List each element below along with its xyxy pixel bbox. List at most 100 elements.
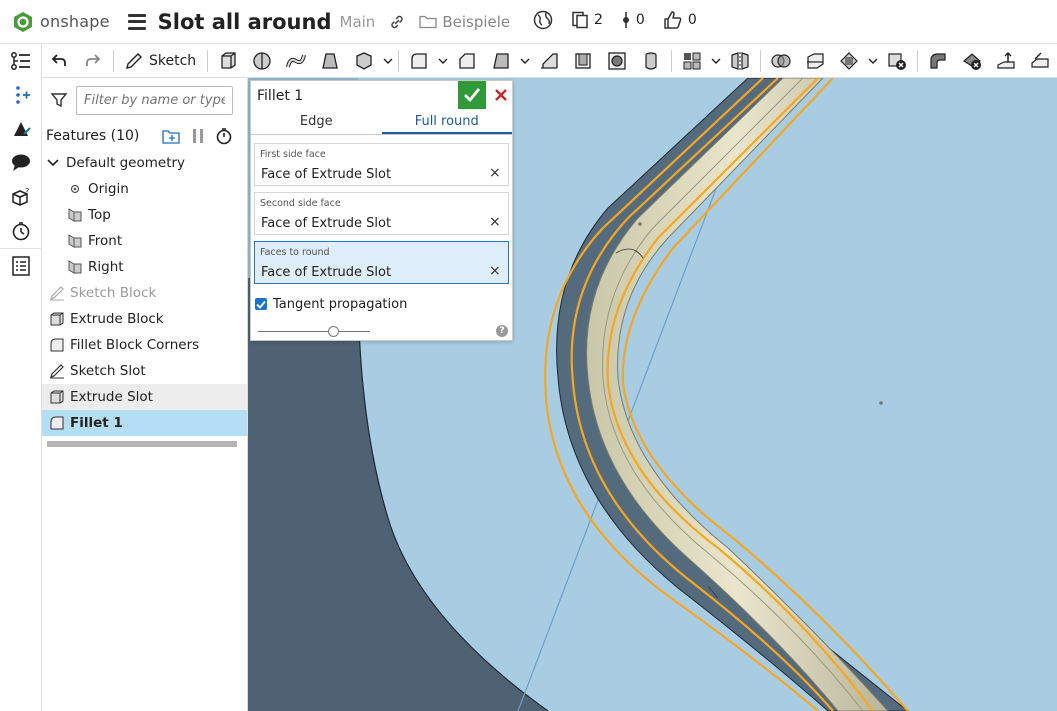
branch-label[interactable]: Main <box>340 13 376 31</box>
fillet-icon <box>48 414 66 432</box>
branches-count: 0 <box>635 12 645 28</box>
list-item-label: Sketch Block <box>70 285 157 301</box>
chevron-down-icon[interactable] <box>436 46 450 76</box>
list-item[interactable]: Fillet Block Corners <box>42 332 247 358</box>
split-icon[interactable] <box>798 46 832 76</box>
revolve-icon[interactable] <box>245 46 279 76</box>
list-item[interactable]: Right <box>42 254 247 280</box>
history-icon[interactable] <box>0 214 41 248</box>
field-value: Face of Extrude Slot <box>261 167 392 182</box>
chevron-down-icon[interactable] <box>866 46 880 76</box>
boolean-icon[interactable] <box>764 46 798 76</box>
shell-icon[interactable] <box>566 46 600 76</box>
list-item[interactable]: Sketch Block <box>42 280 247 306</box>
chevron-down-icon[interactable] <box>709 46 723 76</box>
faces-to-round-field[interactable]: Faces to round Face of Extrude Slot × <box>254 241 509 284</box>
fillet-icon <box>48 336 66 354</box>
list-item[interactable]: Origin <box>42 176 247 202</box>
chamfer-icon[interactable] <box>450 46 484 76</box>
mirror-icon[interactable] <box>723 46 757 76</box>
extrude-icon[interactable] <box>211 46 245 76</box>
clear-icon[interactable]: × <box>489 214 501 230</box>
list-item[interactable]: Extrude Block <box>42 306 247 332</box>
sweep-icon[interactable] <box>279 46 313 76</box>
list-item[interactable]: Sketch Slot <box>42 358 247 384</box>
list-item[interactable]: Fillet 1 <box>42 410 247 436</box>
like-button[interactable]: 0 <box>663 10 697 30</box>
pause-icon[interactable] <box>191 127 205 145</box>
transform-icon[interactable] <box>832 46 866 76</box>
origin-icon <box>66 180 84 198</box>
clear-icon[interactable]: × <box>489 263 501 279</box>
sketch-button[interactable]: Sketch <box>117 46 204 76</box>
comments-icon[interactable] <box>0 146 41 180</box>
list-item-label: Front <box>88 233 123 249</box>
chevron-down-icon[interactable] <box>518 46 532 76</box>
folder-link[interactable]: Beispiele <box>419 13 510 31</box>
list-item-label: Extrude Block <box>70 311 164 327</box>
list-item[interactable]: Front <box>42 228 247 254</box>
field-label: First side face <box>260 149 326 160</box>
clear-icon[interactable]: × <box>489 165 501 181</box>
move-face-icon[interactable] <box>989 46 1023 76</box>
parts-icon[interactable]: ? <box>0 180 41 214</box>
default-geometry-label: Default geometry <box>66 155 186 171</box>
list-item-label: Fillet Block Corners <box>70 337 200 353</box>
chevron-down-icon[interactable] <box>381 46 395 76</box>
loft-icon[interactable] <box>313 46 347 76</box>
list-item[interactable]: Top <box>42 202 247 228</box>
cancel-button[interactable] <box>489 81 513 109</box>
cylinder-icon[interactable] <box>634 46 668 76</box>
chevron-down-icon <box>47 159 59 167</box>
filter-input[interactable] <box>76 85 233 115</box>
link-icon[interactable] <box>389 14 405 30</box>
tangent-propagation-checkbox[interactable]: Tangent propagation <box>255 293 512 315</box>
list-item-label: Sketch Slot <box>70 363 146 379</box>
undo-icon[interactable] <box>42 46 76 76</box>
delete-part-icon[interactable] <box>880 46 914 76</box>
appearance-icon[interactable] <box>0 112 41 146</box>
field-label: Faces to round <box>260 247 330 258</box>
delete-face-icon[interactable] <box>955 46 989 76</box>
filter-icon[interactable] <box>50 91 68 109</box>
checkmark-icon <box>464 88 481 103</box>
sketch-icon <box>48 284 66 302</box>
thumbs-up-icon <box>664 11 682 29</box>
replace-face-icon[interactable] <box>1023 46 1057 76</box>
draft-icon[interactable] <box>484 46 518 76</box>
insert-icon[interactable] <box>0 78 41 112</box>
tab-full-round[interactable]: Full round <box>381 110 512 134</box>
second-side-face-field[interactable]: Second side face Face of Extrude Slot × <box>254 192 509 235</box>
redo-icon[interactable] <box>76 46 110 76</box>
pattern-icon[interactable] <box>675 46 709 76</box>
feature-list-icon[interactable] <box>0 44 41 78</box>
modify-fillet-icon[interactable] <box>921 46 955 76</box>
versions-button[interactable]: 2 <box>571 11 603 29</box>
dialog-slider[interactable]: ? <box>251 321 512 343</box>
tab-edge[interactable]: Edge <box>251 110 382 134</box>
slider-knob[interactable] <box>328 326 339 337</box>
thicken-icon[interactable] <box>347 46 381 76</box>
menu-icon[interactable] <box>127 13 146 30</box>
rib-icon[interactable] <box>532 46 566 76</box>
horizontal-scrollbar[interactable] <box>47 441 237 447</box>
list-item[interactable]: Extrude Slot <box>42 384 247 410</box>
sketch-icon <box>48 362 66 380</box>
document-title[interactable]: Slot all around <box>158 10 332 34</box>
globe-icon[interactable] <box>533 10 553 30</box>
onshape-logo[interactable]: onshape <box>12 11 110 33</box>
first-side-face-field[interactable]: First side face Face of Extrude Slot × <box>254 143 509 186</box>
list-item-label: Top <box>88 207 111 223</box>
confirm-button[interactable] <box>458 81 486 109</box>
help-icon[interactable]: ? <box>496 325 508 337</box>
tangent-label: Tangent propagation <box>273 296 408 312</box>
default-geometry-folder[interactable]: Default geometry <box>42 150 247 176</box>
checklist-icon[interactable] <box>0 248 41 282</box>
fillet-icon[interactable] <box>402 46 436 76</box>
stopwatch-icon[interactable] <box>215 127 233 145</box>
svg-text:?: ? <box>25 187 29 196</box>
add-folder-icon[interactable] <box>161 127 181 145</box>
versions-icon <box>572 11 588 29</box>
hole-icon[interactable] <box>600 46 634 76</box>
branches-button[interactable]: 0 <box>621 11 645 29</box>
